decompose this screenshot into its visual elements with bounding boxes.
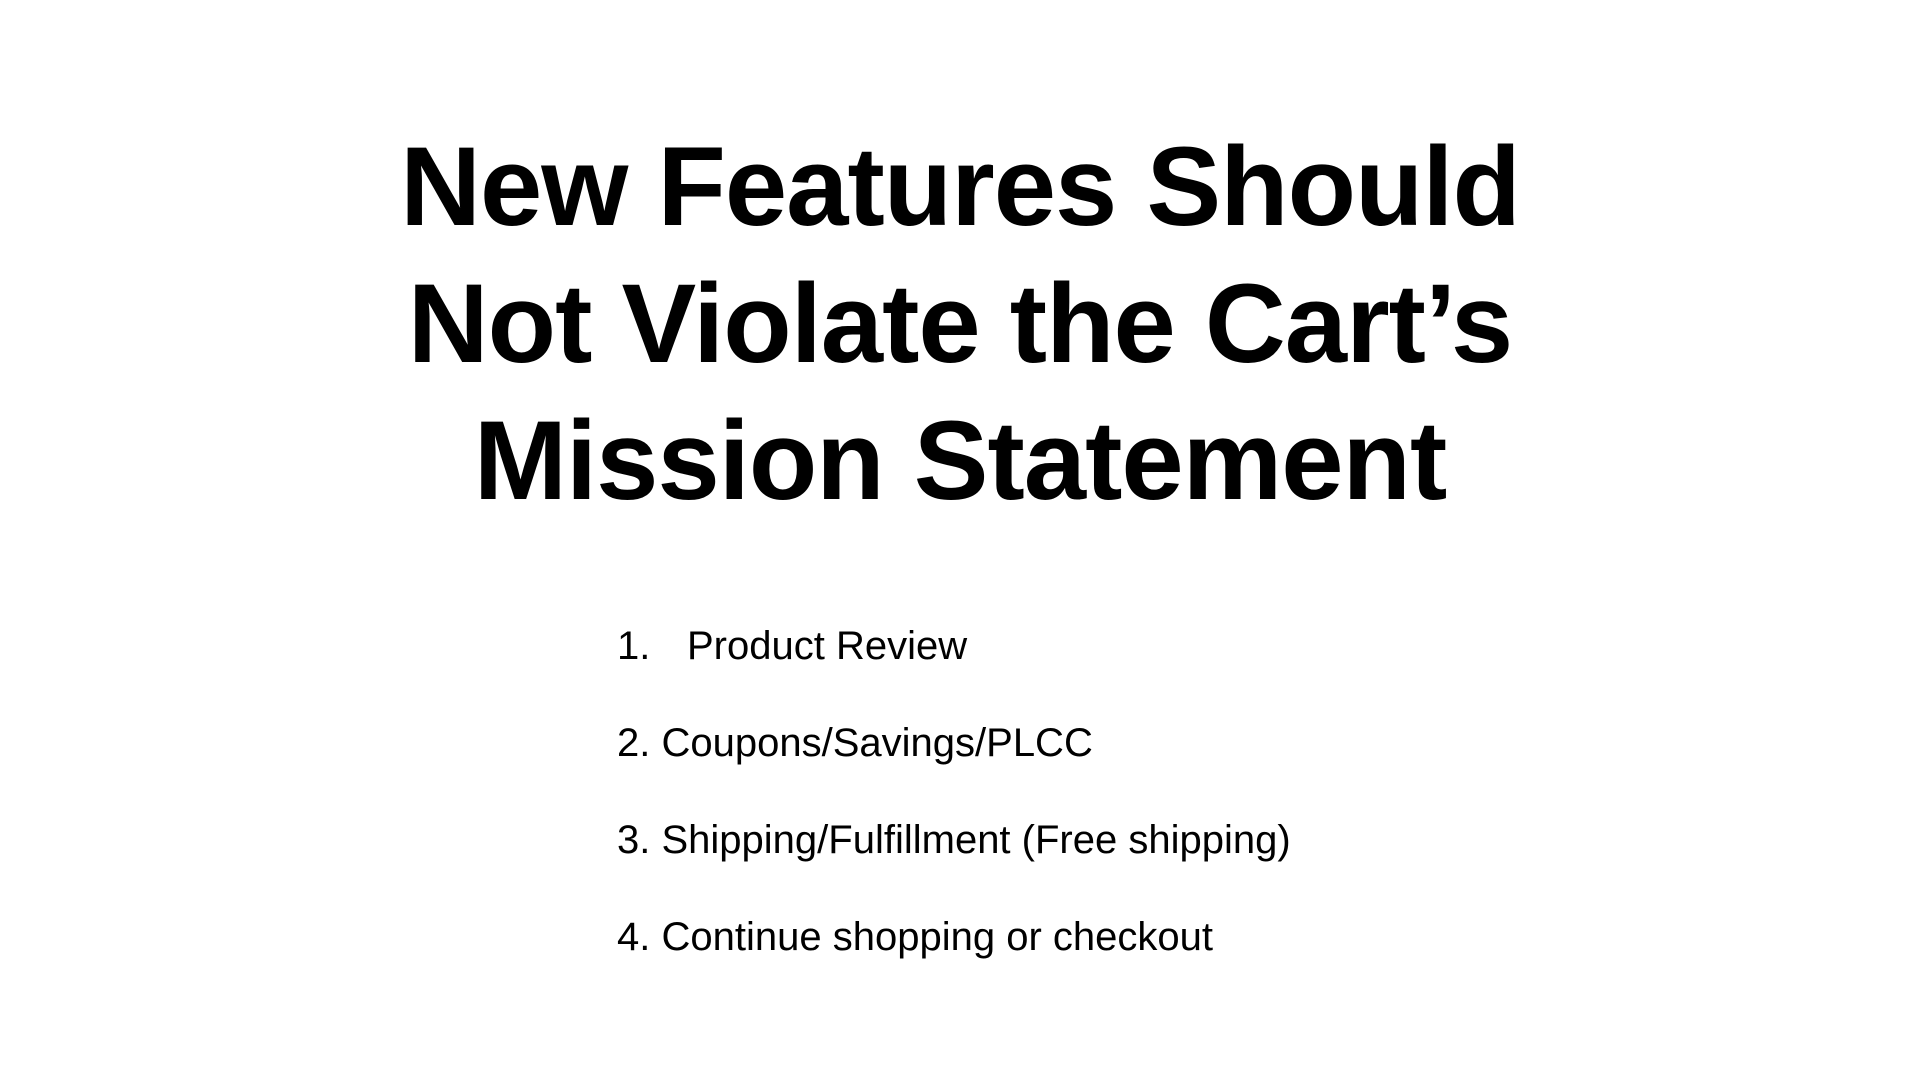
title-line-1: New Features Should bbox=[400, 124, 1521, 249]
feature-list: 1. Product Review 2. Coupons/Savings/PLCC… bbox=[617, 622, 1291, 961]
list-item-coupons: 2. Coupons/Savings/PLCC bbox=[617, 719, 1291, 767]
list-item-number: 4. bbox=[617, 915, 651, 959]
slide-title: New Features Should Not Violate the Cart… bbox=[0, 118, 1920, 529]
list-item-continue: 4. Continue shopping or checkout bbox=[617, 913, 1291, 961]
list-item-number: 2. bbox=[617, 721, 651, 765]
list-item-text: Continue shopping or checkout bbox=[661, 915, 1213, 959]
slide: New Features Should Not Violate the Cart… bbox=[0, 0, 1920, 1080]
list-item-text: Shipping/Fulfillment (Free shipping) bbox=[661, 818, 1291, 862]
list-item-number: 3. bbox=[617, 818, 651, 862]
list-item-product-review: 1. Product Review bbox=[617, 622, 1291, 670]
title-line-2: Not Violate the Cart’s bbox=[407, 261, 1513, 386]
list-item-number: 1. bbox=[617, 624, 651, 668]
list-item-text: Product Review bbox=[687, 624, 968, 668]
list-item-shipping: 3. Shipping/Fulfillment (Free shipping) bbox=[617, 816, 1291, 864]
list-item-text: Coupons/Savings/PLCC bbox=[661, 721, 1093, 765]
title-line-3: Mission Statement bbox=[473, 398, 1448, 523]
